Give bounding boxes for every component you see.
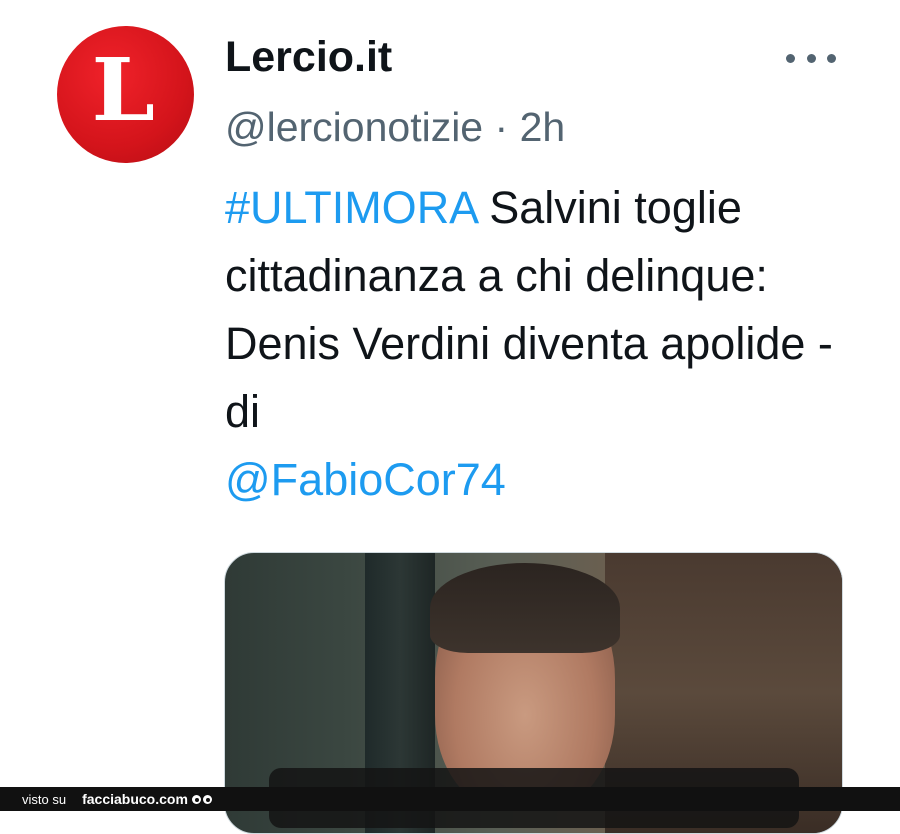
account-name[interactable]: Lercio.it: [225, 33, 392, 82]
eye-right: [202, 794, 212, 804]
tweet-time[interactable]: 2h: [520, 104, 566, 150]
account-handle-row: @lercionotizie · 2h: [225, 104, 565, 151]
hashtag-link[interactable]: #ULTIMORA: [225, 182, 477, 233]
media-person-hair: [430, 563, 620, 653]
more-dot: [806, 53, 816, 63]
account-handle[interactable]: @lercionotizie: [225, 104, 483, 150]
more-dot: [827, 53, 836, 63]
eye-left: [191, 794, 201, 804]
more-dot: [786, 53, 795, 63]
mention-link[interactable]: @FabioCor74: [225, 454, 506, 505]
tweet-avatar[interactable]: L: [57, 26, 194, 163]
eyes-icon: [191, 794, 212, 804]
more-options-icon[interactable]: [786, 46, 836, 70]
footer-visto-label: visto su: [22, 791, 67, 807]
watermark-footer: visto su facciabuco.com: [0, 787, 900, 811]
separator-dot: ·: [494, 104, 509, 150]
avatar-logo-letter: L: [91, 40, 156, 141]
footer-site-label: facciabuco.com: [82, 791, 188, 807]
tweet-text: #ULTIMORA Salvini toglie cittadinanza a …: [225, 174, 845, 514]
